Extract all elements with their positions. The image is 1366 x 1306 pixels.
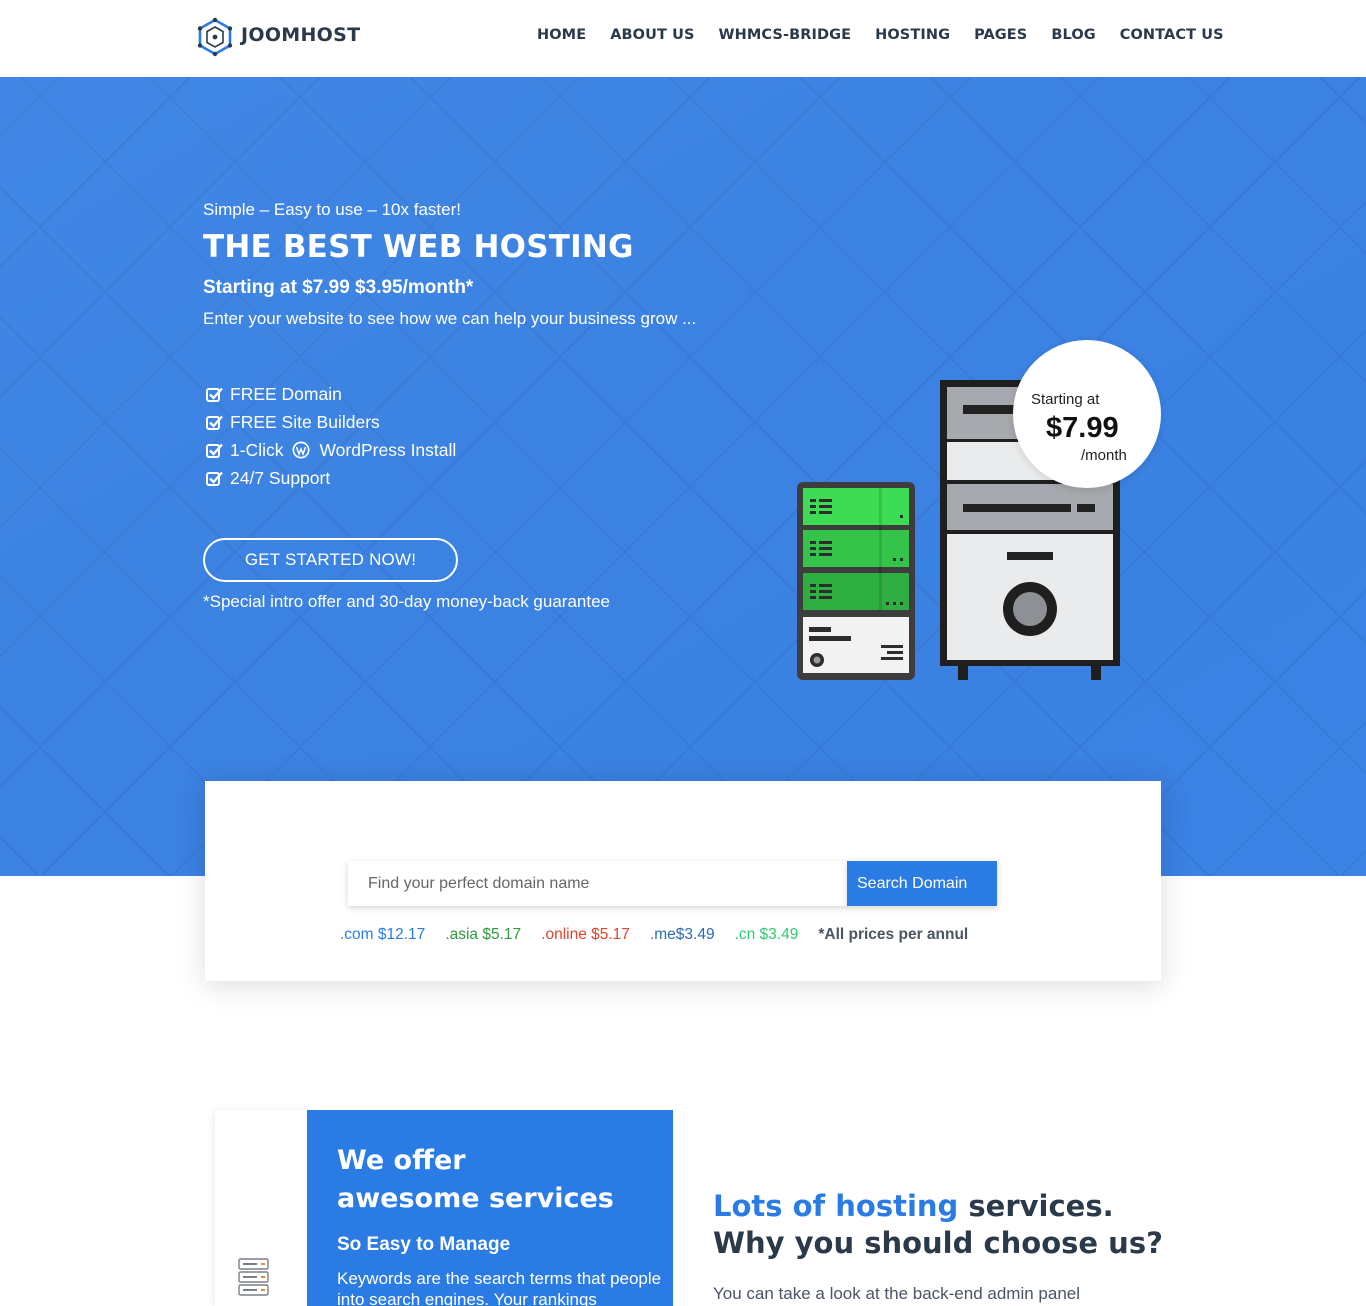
services-title-line2: awesome services [337, 1183, 614, 1214]
price-badge: Starting at $7.99 /month [1013, 340, 1161, 488]
wordpress-icon [292, 441, 310, 459]
get-started-button[interactable]: GET STARTED NOW! [203, 538, 458, 582]
server-stack-icon [238, 1258, 269, 1296]
services-panel: We offer awesome services So Easy to Man… [307, 1110, 673, 1306]
logo[interactable]: JOOMHOST [195, 17, 360, 57]
badge-starting-label: Starting at [1031, 391, 1100, 408]
diamond-pattern-background [0, 77, 1366, 876]
choose-us-heading: Lots of hosting services. Why you should… [713, 1188, 1163, 1262]
main-nav: HOME ABOUT US WHMCS-BRIDGE HOSTING PAGES… [537, 27, 1224, 43]
feature-item: FREE Domain [206, 380, 456, 408]
feature-label: FREE Site Builders [230, 411, 380, 432]
nav-pages[interactable]: PAGES [974, 27, 1027, 43]
choose-rest: services. [958, 1189, 1114, 1223]
tld-price[interactable]: .com $12.17 [340, 926, 425, 944]
tld-price-list: .com $12.17 .asia $5.17 .online $5.17 .m… [340, 926, 968, 944]
feature-list: FREE Domain FREE Site Builders 1-Click W… [206, 380, 456, 492]
services-title: We offer awesome services [337, 1142, 614, 1218]
feature-label: 24/7 Support [230, 467, 331, 488]
tld-price[interactable]: .cn $3.49 [735, 926, 799, 944]
choose-highlight: Lots of hosting [713, 1189, 959, 1223]
tld-price[interactable]: .me$3.49 [650, 926, 715, 944]
tld-price[interactable]: .asia $5.17 [445, 926, 521, 944]
choose-line2: Why you should choose us? [713, 1226, 1163, 1260]
site-header: JOOMHOST HOME ABOUT US WHMCS-BRIDGE HOST… [0, 0, 1366, 77]
feature-item: 24/7 Support [206, 464, 456, 492]
feature-item: FREE Site Builders [206, 408, 456, 436]
hero-tagline: Simple – Easy to use – 10x faster! [203, 200, 461, 219]
checkbox-checked-icon [206, 471, 223, 486]
hero-section: Simple – Easy to use – 10x faster! THE B… [0, 77, 1366, 876]
domain-search-input[interactable] [348, 861, 847, 906]
nav-hosting[interactable]: HOSTING [875, 27, 950, 43]
search-domain-button[interactable]: Search Domain [847, 861, 997, 906]
hero-copy: Simple – Easy to use – 10x faster! THE B… [203, 200, 696, 329]
brand-name: JOOMHOST [241, 24, 361, 46]
choose-us-text: You can take a look at the back-end admi… [713, 1284, 1081, 1303]
badge-price: $7.99 [1046, 412, 1119, 444]
hero-title: THE BEST WEB HOSTING [203, 229, 634, 265]
feature-label: 1-Click [230, 439, 284, 460]
checkbox-checked-icon [206, 415, 223, 430]
hero-description: Enter your website to see how we can hel… [203, 309, 697, 328]
nav-contact-us[interactable]: CONTACT US [1120, 27, 1224, 43]
checkbox-checked-icon [206, 443, 223, 458]
nav-home[interactable]: HOME [537, 27, 586, 43]
hero-price-line: Starting at $7.99 $3.95/month* [203, 277, 474, 298]
guarantee-note: *Special intro offer and 30-day money-ba… [203, 592, 610, 611]
nav-whmcs-bridge[interactable]: WHMCS-BRIDGE [719, 27, 852, 43]
services-title-line1: We offer [337, 1145, 466, 1176]
nav-about-us[interactable]: ABOUT US [610, 27, 694, 43]
nav-blog[interactable]: BLOG [1051, 27, 1095, 43]
checkbox-checked-icon [206, 387, 223, 402]
tld-price[interactable]: .online $5.17 [541, 926, 630, 944]
services-text: Keywords are the search terms that peopl… [337, 1269, 662, 1306]
feature-label: FREE Domain [230, 383, 342, 404]
feature-label: WordPress Install [319, 439, 457, 460]
badge-period: /month [1081, 447, 1127, 464]
services-subtitle: So Easy to Manage [337, 1234, 511, 1255]
feature-item: 1-Click WordPress Install [206, 436, 456, 464]
domain-search-card: Search Domain .com $12.17 .asia $5.17 .o… [205, 781, 1161, 981]
price-note: *All prices per annul [818, 926, 969, 943]
hexagon-logo-icon [197, 17, 233, 57]
